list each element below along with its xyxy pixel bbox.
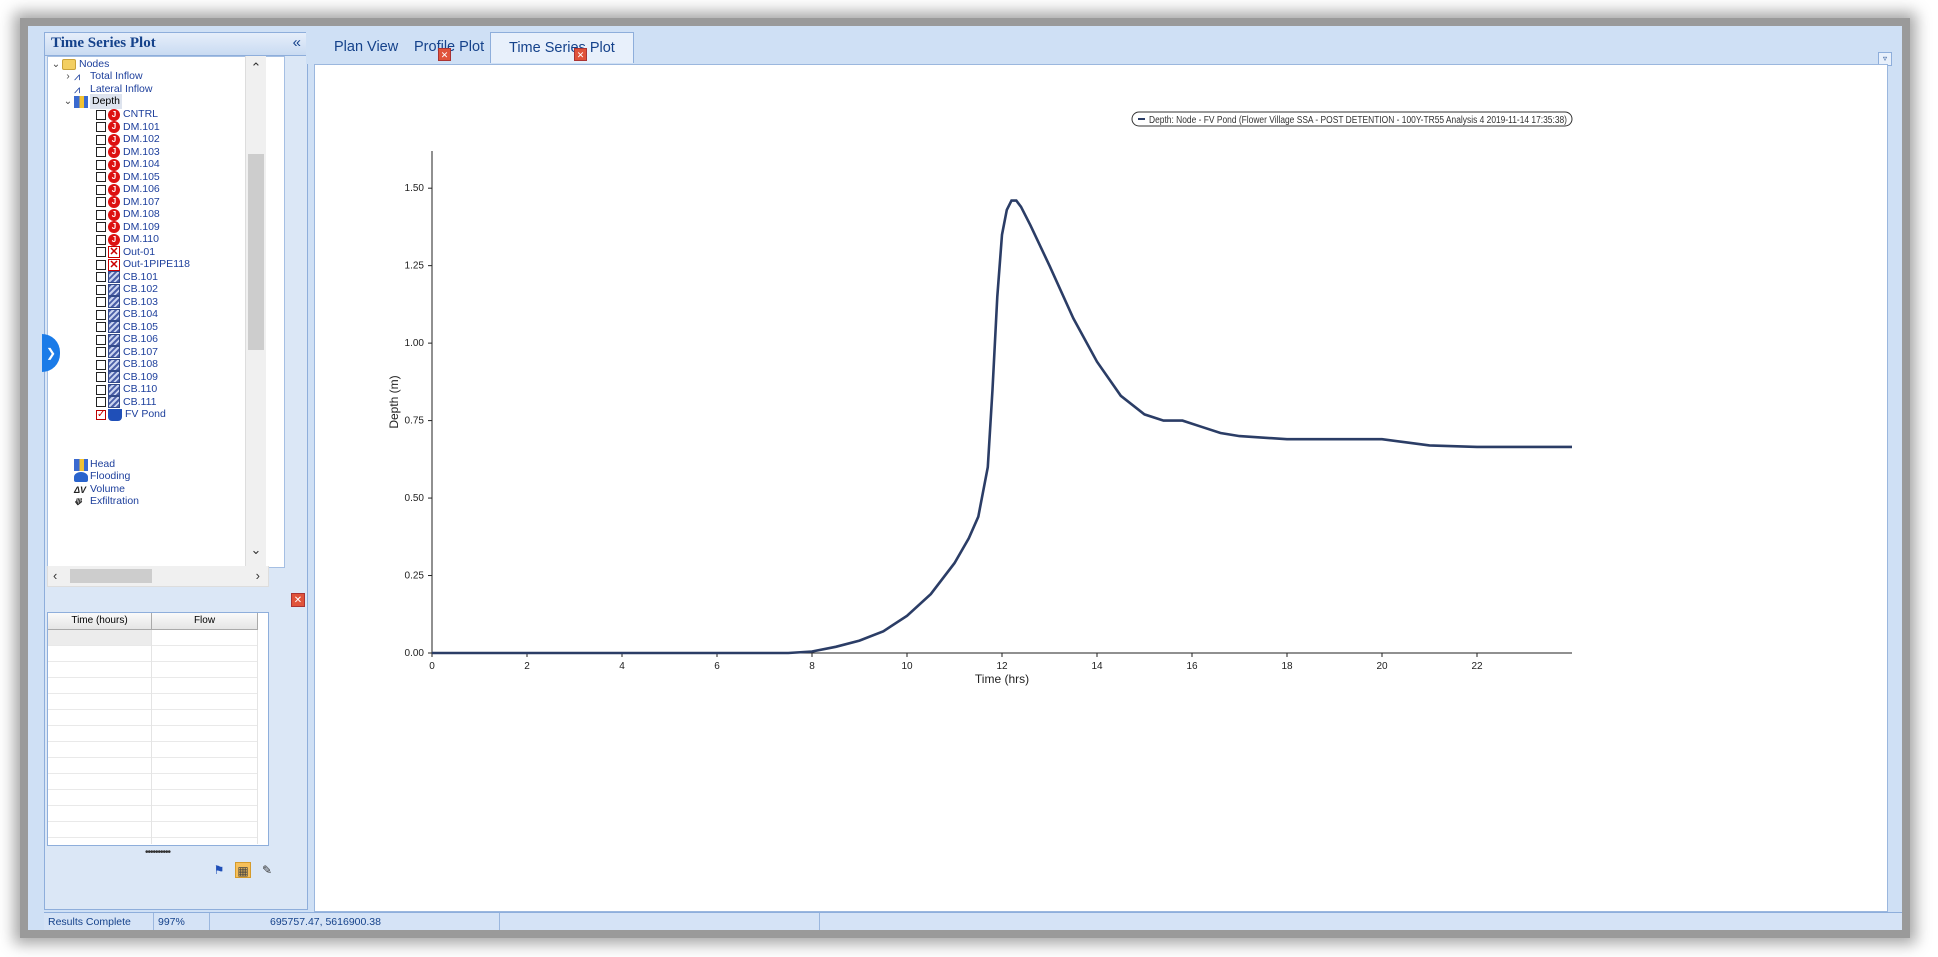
close-tab-icon[interactable]: ✕ xyxy=(574,48,587,61)
grid-body[interactable] xyxy=(48,630,258,844)
x-tick-label: 18 xyxy=(1281,661,1293,672)
node-checkbox[interactable] xyxy=(96,407,106,422)
close-icon[interactable]: ✕ xyxy=(291,593,305,607)
node-checkbox[interactable] xyxy=(96,197,106,207)
panel-title: Time Series Plot xyxy=(51,35,156,51)
y-tick-label: 1.50 xyxy=(405,183,425,194)
plot-area[interactable]: 0 2 4 6 8 10 12 14 16 18 20 22 0.00 0.25 0.50 0.75 1.00 1… xyxy=(314,64,1888,912)
chevron-down-icon[interactable]: ⌄ xyxy=(62,94,74,109)
node-checkbox[interactable] xyxy=(96,159,106,170)
time-series-chart[interactable]: 0 2 4 6 8 10 12 14 16 18 20 22 0.00 0.25 0.50 0.75 1.00 1… xyxy=(315,65,1887,911)
scroll-up-icon[interactable]: ⌃ xyxy=(246,60,266,80)
node-checkbox[interactable] xyxy=(96,109,106,120)
y-tick-label: 1.25 xyxy=(405,261,425,272)
node-checkbox[interactable] xyxy=(96,397,106,407)
node-checkbox[interactable] xyxy=(96,259,106,270)
panel-header: Time Series Plot « xyxy=(45,33,307,56)
node-checkbox[interactable] xyxy=(96,222,106,232)
node-checkbox[interactable] xyxy=(96,359,106,370)
tree-horizontal-scrollbar[interactable]: ‹ › xyxy=(47,566,269,587)
tree-item-label: Exfiltration xyxy=(90,495,140,507)
scrollbar-thumb[interactable] xyxy=(70,569,152,583)
y-tick-label: 0.00 xyxy=(405,648,425,659)
legend-label: Depth: Node - FV Pond (Flower Village SS… xyxy=(1149,115,1567,126)
chart-line-icon: ⩘ xyxy=(74,70,81,83)
x-tick-label: 16 xyxy=(1186,661,1198,672)
time-series-panel: Time Series Plot « ⌄ Nodes › ⩘ Total Inf… xyxy=(44,32,308,910)
tree-node-item[interactable]: FV Pond xyxy=(96,407,166,422)
x-tick-label: 8 xyxy=(809,661,815,672)
node-checkbox[interactable] xyxy=(96,322,106,332)
node-checkbox[interactable] xyxy=(96,347,106,357)
node-checkbox[interactable] xyxy=(96,234,106,245)
scrollbar-thumb[interactable] xyxy=(248,154,264,350)
x-tick-label: 6 xyxy=(714,661,720,672)
grid-toolbar: ✕ xyxy=(45,591,307,611)
x-tick-label: 10 xyxy=(901,661,913,672)
chart-axes xyxy=(431,151,1572,654)
y-axis-label: Depth (m) xyxy=(387,375,401,428)
node-checkbox[interactable] xyxy=(96,134,106,145)
status-bar: Results Complete 997% 695757.47, 5616900… xyxy=(44,912,1902,930)
depth-icon xyxy=(74,95,88,108)
flag-icon[interactable]: ⚑ xyxy=(211,862,227,878)
x-tick-label: 0 xyxy=(429,661,435,672)
scroll-down-icon[interactable]: ⌄ xyxy=(246,542,266,562)
column-header-flow[interactable]: Flow xyxy=(152,613,258,629)
close-tab-icon[interactable]: ✕ xyxy=(438,48,451,61)
node-checkbox[interactable] xyxy=(96,297,106,307)
status-state: Results Complete xyxy=(44,913,154,930)
tab-time-series-plot[interactable]: Time Series Plot xyxy=(490,32,634,63)
selected-cell[interactable] xyxy=(48,630,151,645)
tree-vertical-scrollbar[interactable]: ⌃ ⌄ xyxy=(245,56,266,566)
scroll-left-icon[interactable]: ‹ xyxy=(53,568,57,583)
node-checkbox[interactable] xyxy=(96,384,106,395)
node-checkbox[interactable] xyxy=(96,247,106,257)
collapse-panel-button[interactable]: « xyxy=(293,34,301,51)
x-tick-label: 4 xyxy=(619,661,625,672)
node-checkbox[interactable] xyxy=(96,272,106,282)
x-tick-label: 20 xyxy=(1376,661,1388,672)
chevron-down-icon[interactable]: ⌄ xyxy=(50,57,62,72)
node-checkbox[interactable] xyxy=(96,309,106,320)
column-header-time[interactable]: Time (hours) xyxy=(48,613,152,629)
x-tick-label: 22 xyxy=(1471,661,1483,672)
node-checkbox[interactable] xyxy=(96,184,106,195)
panel-tools: ⚑ ▦ ✎ xyxy=(45,857,307,885)
y-tick-label: 0.50 xyxy=(405,493,425,504)
tree-item-exfiltration[interactable]: ⟱ Exfiltration xyxy=(74,494,139,509)
y-tick-label: 0.75 xyxy=(405,416,425,427)
y-tick-label: 1.00 xyxy=(405,338,425,349)
data-grid[interactable]: Time (hours) Flow xyxy=(47,612,269,846)
chart-legend: Depth: Node - FV Pond (Flower Village SS… xyxy=(1131,111,1573,127)
status-coordinates: 695757.47, 5616900.38 xyxy=(210,913,500,930)
flooding-icon xyxy=(74,471,88,482)
x-tick-label: 2 xyxy=(524,661,530,672)
x-axis-label: Time (hrs) xyxy=(975,672,1029,686)
chart-options-icon[interactable]: ▦ xyxy=(235,862,251,878)
scroll-right-icon[interactable]: › xyxy=(256,568,260,583)
tab-strip: Plan View Profile Plot Time Series Plot … xyxy=(306,32,1902,66)
node-checkbox[interactable] xyxy=(96,172,106,182)
grid-header: Time (hours) Flow xyxy=(48,613,258,630)
node-checkbox[interactable] xyxy=(96,284,106,295)
pond-icon xyxy=(108,408,122,421)
chevron-right-icon[interactable]: › xyxy=(62,69,74,84)
application-window: Time Series Plot « ⌄ Nodes › ⩘ Total Inf… xyxy=(28,26,1902,930)
y-tick-label: 0.25 xyxy=(405,571,425,582)
x-tick-label: 14 xyxy=(1091,661,1103,672)
node-checkbox[interactable] xyxy=(96,372,106,382)
tree-item-label: FV Pond xyxy=(125,408,166,420)
chart-ticks: 0 2 4 6 8 10 12 14 16 18 20 22 0.00 0.25 0.50 0.75 1.00 1… xyxy=(405,183,1483,672)
node-checkbox[interactable] xyxy=(96,209,106,220)
x-tick-label: 12 xyxy=(996,661,1008,672)
status-empty xyxy=(500,913,820,930)
status-zoom: 997% xyxy=(154,913,210,930)
exfiltration-icon: ⟱ xyxy=(74,496,82,507)
series-line-fv-pond xyxy=(432,199,1572,655)
node-checkbox[interactable] xyxy=(96,334,106,345)
node-checkbox[interactable] xyxy=(96,147,106,157)
node-checkbox[interactable] xyxy=(96,122,106,132)
settings-icon[interactable]: ✎ xyxy=(259,862,275,878)
